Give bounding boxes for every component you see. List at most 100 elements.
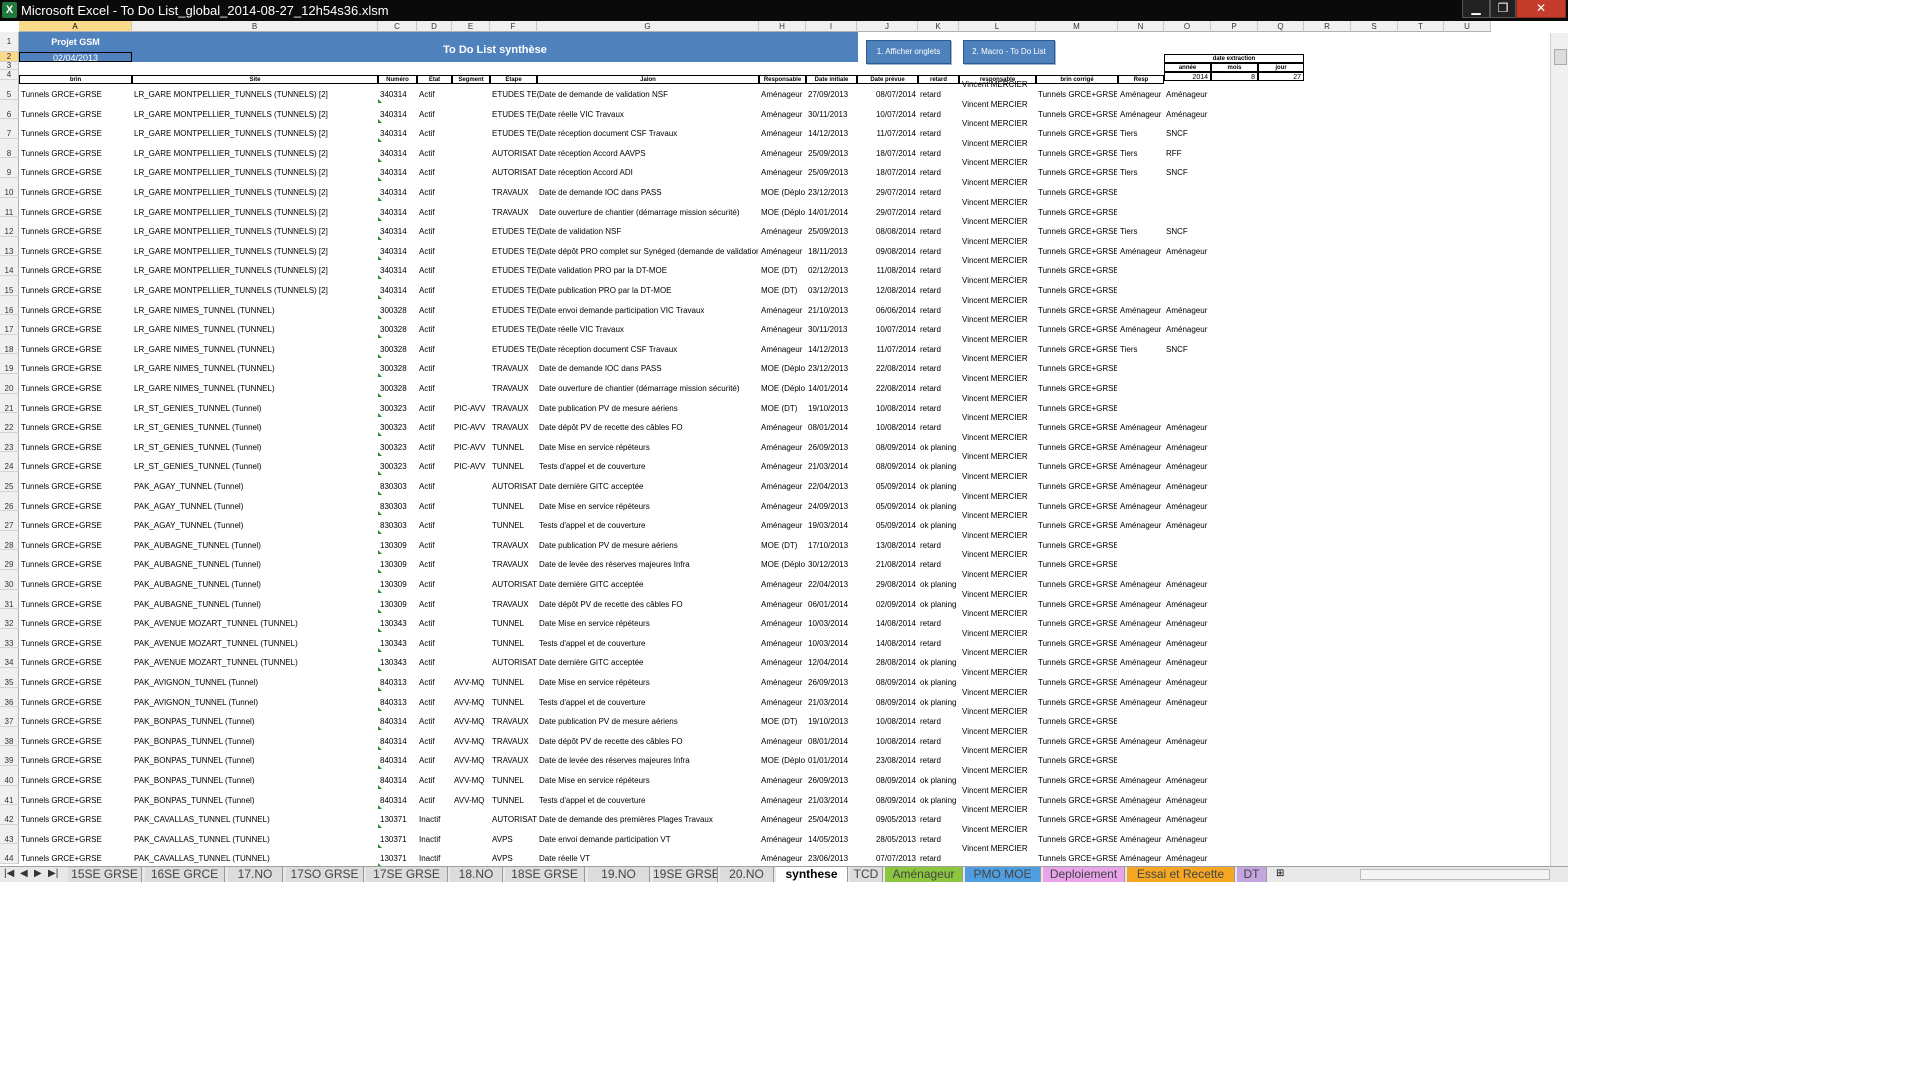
insert-sheet-icon[interactable]: ⊞ xyxy=(1276,868,1284,879)
table-cell[interactable]: MOE (DT) xyxy=(761,266,805,276)
row-header[interactable]: 15 xyxy=(0,276,19,296)
table-cell[interactable]: Tunnels GRCE+GRSE xyxy=(21,600,131,610)
vertical-scrollbar[interactable] xyxy=(1550,33,1568,866)
table-cell[interactable]: TRAVAUX xyxy=(492,737,542,747)
table-cell[interactable]: retard xyxy=(920,404,958,414)
table-cell[interactable]: Tunnels GRCE+GRSE xyxy=(21,208,131,218)
table-cell[interactable]: Aménageur xyxy=(761,462,805,472)
responsible-cell[interactable]: Vincent MERCIER xyxy=(962,433,1028,443)
responsible-cell[interactable]: Vincent MERCIER xyxy=(962,276,1028,286)
table-cell[interactable]: Tiers xyxy=(1120,149,1163,159)
responsible-cell[interactable]: Vincent MERCIER xyxy=(962,805,1028,815)
table-cell[interactable]: 14/12/2013 xyxy=(808,345,856,355)
responsible-cell[interactable]: Vincent MERCIER xyxy=(962,629,1028,639)
table-cell[interactable]: 14/05/2013 xyxy=(808,835,856,845)
table-cell[interactable]: Aménageur xyxy=(1120,776,1163,786)
table-cell[interactable]: Actif xyxy=(419,521,451,531)
column-header-o[interactable]: O xyxy=(1164,21,1211,32)
table-cell[interactable]: TRAVAUX xyxy=(492,208,542,218)
table-cell[interactable]: PAK_AVENUE MOZART_TUNNEL (TUNNEL) xyxy=(134,658,377,668)
table-cell[interactable]: Aménageur xyxy=(1166,698,1210,708)
table-cell[interactable]: PAK_AVENUE MOZART_TUNNEL (TUNNEL) xyxy=(134,619,377,629)
responsible-cell[interactable]: Vincent MERCIER xyxy=(962,119,1028,129)
table-cell[interactable]: 840314 xyxy=(380,776,416,786)
table-cell[interactable]: TUNNEL xyxy=(492,776,542,786)
responsible-cell[interactable]: Vincent MERCIER xyxy=(962,727,1028,737)
table-cell[interactable]: TRAVAUX xyxy=(492,364,542,374)
show-tabs-button[interactable]: 1. Afficher onglets xyxy=(866,40,951,64)
table-cell[interactable]: 25/04/2013 xyxy=(808,815,856,825)
table-cell[interactable]: PAK_BONPAS_TUNNEL (Tunnel) xyxy=(134,717,377,727)
table-cell[interactable]: Tunnels GRCE+GRSE xyxy=(21,854,131,864)
table-cell[interactable]: Aménageur xyxy=(761,521,805,531)
table-cell[interactable]: 18/07/2014 xyxy=(859,168,916,178)
row-header[interactable]: 28 xyxy=(0,530,19,551)
table-cell[interactable]: 28/08/2014 xyxy=(859,658,916,668)
table-cell[interactable]: retard xyxy=(920,286,958,296)
table-cell[interactable]: Aménageur xyxy=(761,90,805,100)
table-cell[interactable]: Aménageur xyxy=(761,325,805,335)
row-header[interactable]: 9 xyxy=(0,158,19,178)
table-cell[interactable]: SNCF xyxy=(1166,227,1210,237)
table-cell[interactable]: retard xyxy=(920,227,958,237)
table-cell[interactable]: Tunnels GRCE+GRSE xyxy=(21,796,131,806)
table-cell[interactable]: Inactif xyxy=(419,815,451,825)
table-cell[interactable]: AVPS xyxy=(492,854,542,864)
table-cell[interactable]: retard xyxy=(920,423,958,433)
table-cell[interactable]: 840314 xyxy=(380,796,416,806)
macro-todo-button[interactable]: 2. Macro - To Do List xyxy=(963,40,1055,64)
table-cell[interactable]: Date dernière GITC acceptée xyxy=(539,482,758,492)
table-cell[interactable]: Tunnels GRCE+GRSE xyxy=(21,756,131,766)
table-cell[interactable]: Aménageur xyxy=(761,658,805,668)
table-cell[interactable]: LR_GARE MONTPELLIER_TUNNELS (TUNNELS) [2… xyxy=(134,208,377,218)
table-cell[interactable]: Aménageur xyxy=(761,345,805,355)
row-header[interactable]: 16 xyxy=(0,295,19,316)
table-cell[interactable]: Tunnels GRCE+GRSE xyxy=(21,110,131,120)
table-cell[interactable]: LR_GARE NIMES_TUNNEL (TUNNEL) xyxy=(134,364,377,374)
responsible-cell[interactable]: Vincent MERCIER xyxy=(962,354,1028,364)
table-cell[interactable]: Date de demande IOC dans PASS xyxy=(539,364,758,374)
table-cell[interactable]: Tunnels GRCE+GRSE xyxy=(21,815,131,825)
table-cell[interactable]: 300323 xyxy=(380,404,416,414)
table-cell[interactable]: retard xyxy=(920,717,958,727)
table-cell[interactable]: Actif xyxy=(419,129,451,139)
table-cell[interactable]: Date de levée des réserves majeures Infr… xyxy=(539,756,758,766)
table-cell[interactable]: retard xyxy=(920,364,958,374)
table-cell[interactable]: Aménageur xyxy=(761,600,805,610)
table-cell[interactable]: Inactif xyxy=(419,854,451,864)
table-cell[interactable]: Date publication PV de mesure aériens xyxy=(539,541,758,551)
table-cell[interactable]: Aménageur xyxy=(1120,600,1163,610)
table-cell[interactable]: 14/08/2014 xyxy=(859,639,916,649)
table-cell[interactable]: Actif xyxy=(419,168,451,178)
table-cell[interactable]: MOE (Déploi xyxy=(761,208,805,218)
table-cell[interactable]: Date Mise en service répéteurs xyxy=(539,619,758,629)
table-cell[interactable]: Date de validation NSF xyxy=(539,227,758,237)
table-cell[interactable]: Aménageur xyxy=(1120,110,1163,120)
table-cell[interactable]: PAK_BONPAS_TUNNEL (Tunnel) xyxy=(134,756,377,766)
table-cell[interactable]: 08/09/2014 xyxy=(859,443,916,453)
table-cell[interactable]: LR_GARE MONTPELLIER_TUNNELS (TUNNELS) [2… xyxy=(134,266,377,276)
table-cell[interactable]: Tunnels GRCE+GRSE xyxy=(1038,384,1117,394)
table-cell[interactable]: LR_GARE MONTPELLIER_TUNNELS (TUNNELS) [2… xyxy=(134,149,377,159)
table-cell[interactable]: Actif xyxy=(419,698,451,708)
table-cell[interactable]: 340314 xyxy=(380,266,416,276)
table-cell[interactable]: 29/07/2014 xyxy=(859,188,916,198)
table-cell[interactable]: Actif xyxy=(419,658,451,668)
table-cell[interactable]: Actif xyxy=(419,776,451,786)
table-cell[interactable]: Aménageur xyxy=(1166,502,1210,512)
table-cell[interactable]: Tunnels GRCE+GRSE xyxy=(21,404,131,414)
table-cell[interactable]: TUNNEL xyxy=(492,698,542,708)
table-cell[interactable]: Tunnels GRCE+GRSE xyxy=(21,384,131,394)
table-cell[interactable]: 07/07/2013 xyxy=(859,854,916,864)
responsible-cell[interactable]: Vincent MERCIER xyxy=(962,609,1028,619)
table-cell[interactable]: 13/08/2014 xyxy=(859,541,916,551)
table-cell[interactable]: ok planing xyxy=(920,521,958,531)
responsible-cell[interactable]: Vincent MERCIER xyxy=(962,648,1028,658)
table-cell[interactable]: Actif xyxy=(419,560,451,570)
row-header[interactable]: 24 xyxy=(0,452,19,472)
table-cell[interactable]: Date de demande des premières Plages Tra… xyxy=(539,815,758,825)
column-header-q[interactable]: Q xyxy=(1258,21,1304,32)
table-cell[interactable]: LR_ST_GENIES_TUNNEL (Tunnel) xyxy=(134,443,377,453)
table-cell[interactable]: 06/01/2014 xyxy=(808,600,856,610)
table-cell[interactable]: Tunnels GRCE+GRSE xyxy=(21,541,131,551)
